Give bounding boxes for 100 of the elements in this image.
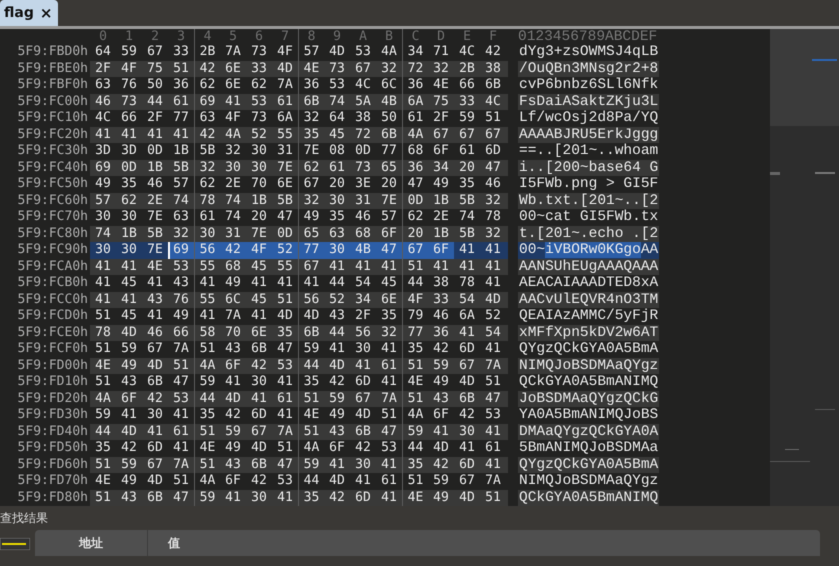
selected-hex-byte: 6F [428,242,454,258]
hex-byte: 4A [194,358,220,374]
hex-byte: 41 [380,258,398,275]
hex-byte: 62 [120,192,138,209]
hex-byte: 1B [146,160,164,176]
offset-label: 5F9:FD80h [18,490,88,504]
hex-byte: 6B [484,77,502,94]
hex-byte: 78 [458,275,476,292]
ascii-text: 00~ [519,242,546,258]
column-header: D [436,29,446,44]
hex-byte: 53 [276,358,294,374]
file-tab[interactable]: flag × [0,0,58,26]
marker-icon[interactable] [0,538,30,550]
hex-byte: 47 [484,390,502,407]
hex-byte: 42 [432,456,450,473]
hex-byte: 5A [354,94,372,110]
column-header: 4 [194,29,220,44]
hex-byte: 47 [172,490,190,506]
hex-byte: 41 [484,424,502,440]
hex-byte: 42 [224,407,242,424]
hex-byte: 41 [354,258,372,275]
hex-byte: 6A [276,110,294,126]
hex-byte: 51 [94,490,112,506]
hex-byte: 51 [380,407,398,424]
hex-byte: 38 [432,275,450,292]
hex-byte: 35 [328,209,346,226]
hex-byte: 0D [120,160,138,176]
hex-byte: 61 [380,473,398,490]
selected-hex-byte: 52 [272,242,298,258]
ascii-text: FsDaiASaktZKju3L [519,94,658,110]
hex-byte: 4D [328,44,346,60]
hex-byte: 51 [172,473,190,490]
column-header[interactable]: 地址 [35,530,148,556]
column-header[interactable]: 值 [148,530,180,556]
hex-byte: 4D [354,407,372,424]
column-header: 0123456789ABCDEF [518,29,658,45]
hex-byte: 41 [146,424,164,440]
hex-byte: 49 [120,473,138,490]
hex-byte: 53 [484,407,502,424]
hex-byte: 44 [328,275,346,292]
column-header: 8 [298,29,324,44]
hex-byte: 33 [432,292,450,308]
hex-byte: 4D [276,60,294,77]
ascii-text: AACvUlEQVR4nO3TM [519,292,658,308]
hex-byte: 43 [120,374,138,390]
hex-byte: 42 [328,490,346,506]
hex-byte: 59 [224,424,242,440]
hex-byte: 53 [328,77,346,94]
hex-byte: 41 [484,258,502,275]
close-button[interactable]: × [38,4,54,22]
offset-label: 5F9:FC20h [18,126,88,142]
hex-byte: 59 [298,456,324,473]
hex-byte: 33 [458,94,476,110]
hex-byte: 7E [380,192,398,209]
hex-byte: 7E [146,209,164,226]
hex-byte: 35 [298,126,324,143]
hex-byte: 51 [94,308,112,324]
hex-byte: 6F [224,358,242,374]
hex-byte: 50 [146,77,164,94]
hex-byte: 49 [94,176,112,192]
hex-byte: 6D [354,490,372,506]
hex-byte: 61 [276,390,294,407]
selected-hex-byte: 77 [298,242,324,258]
hex-byte: 41 [94,126,112,143]
hex-byte: 46 [354,209,372,226]
hex-byte: 62 [250,77,268,94]
hex-byte: 59 [458,110,476,126]
hex-byte: 2F [432,110,450,126]
hex-byte: 3D [120,143,138,160]
hex-byte: 5B [458,226,476,242]
hex-byte: 6E [224,77,242,94]
hex-byte: 41 [276,407,294,424]
ascii-text: DMAaQYgzQCkGYA0A [519,424,658,440]
hex-byte: 6B [458,390,476,407]
hex-byte: 41 [484,242,502,258]
hex-byte: 74 [224,192,242,209]
hex-byte: 4C [94,110,112,126]
hex-byte: 35 [402,456,428,473]
hex-byte: 46 [94,94,112,110]
hex-byte: 35 [298,490,324,506]
offset-label: 5F9:FCC0h [18,292,88,306]
hex-byte: 44 [146,94,164,110]
hex-byte: 75 [432,94,450,110]
hex-byte: 20 [458,160,476,176]
hex-byte: 2F [354,308,372,324]
hex-byte: 30 [94,209,112,226]
hex-byte: 74 [172,192,190,209]
ascii-selection: iVBORw0KGgo [545,242,641,258]
hex-byte: 77 [172,110,190,126]
hex-byte: 3D [94,143,112,160]
hex-byte: 67 [458,473,476,490]
hex-byte: 7A [276,424,294,440]
hex-byte: 49 [432,490,450,506]
hex-byte: 42 [354,440,372,456]
hex-byte: 42 [458,407,476,424]
hex-byte: 5B [276,192,294,209]
offset-label: 5F9:FC90h [18,242,88,257]
hex-byte: 41 [94,292,112,308]
hex-byte: 2E [146,192,164,209]
hex-byte: 70 [224,324,242,341]
